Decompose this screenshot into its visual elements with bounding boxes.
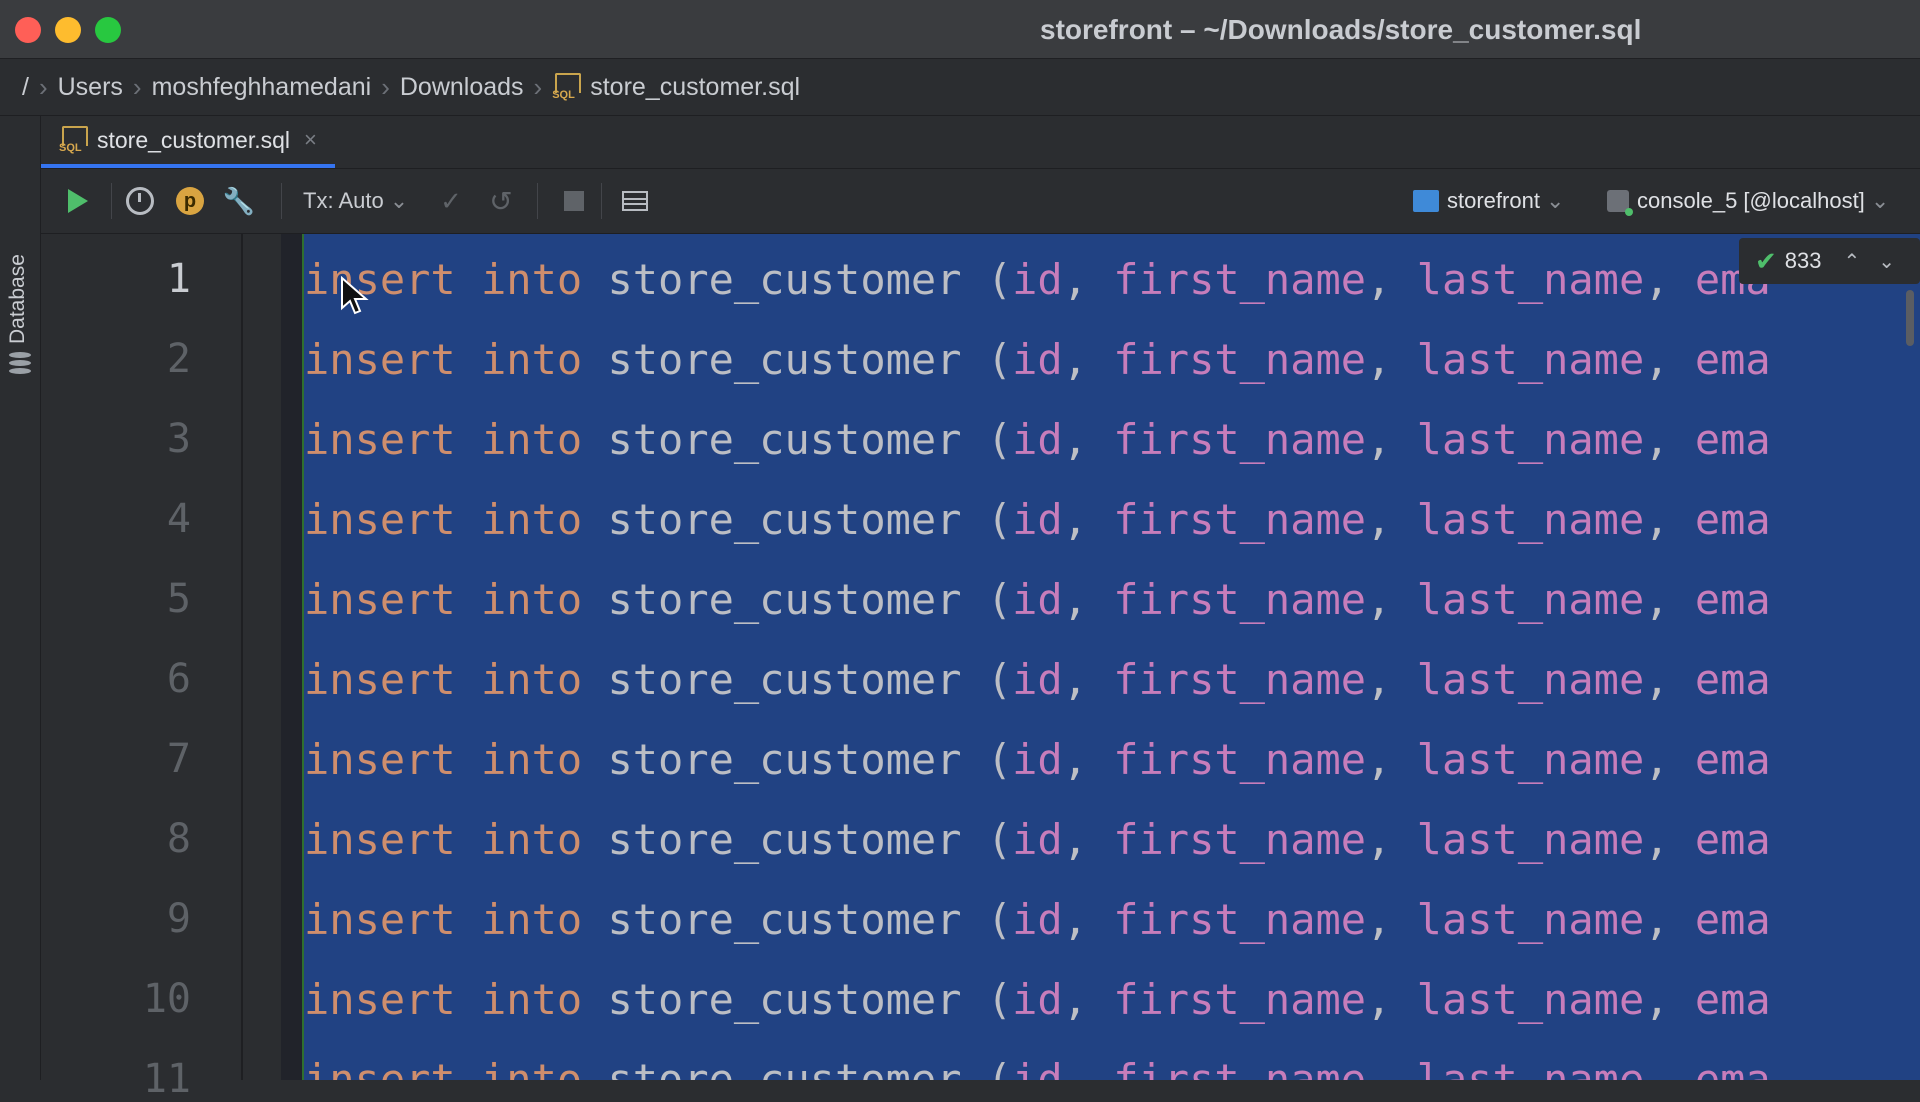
code-line[interactable]: insert into store_customer (id, first_na… <box>304 960 1771 1040</box>
line-number[interactable]: 8 <box>41 816 191 862</box>
chevron-right-icon: › <box>38 71 48 102</box>
code-line[interactable]: insert into store_customer (id, first_na… <box>304 560 1771 640</box>
left-tool-strip: Database <box>0 116 41 1080</box>
close-icon[interactable]: × <box>304 127 317 153</box>
line-number[interactable]: 10 <box>41 976 191 1022</box>
line-number[interactable]: 9 <box>41 896 191 942</box>
transaction-mode-dropdown[interactable]: Tx: Auto ⌄ <box>303 181 408 221</box>
vertical-scrollbar[interactable] <box>1906 290 1914 346</box>
schema-icon <box>1413 190 1439 212</box>
explain-plan-button[interactable]: p <box>170 181 210 221</box>
code-line[interactable]: insert into store_customer (id, first_na… <box>304 640 1771 720</box>
stop-icon <box>564 191 584 211</box>
code-line[interactable]: insert into store_customer (id, first_na… <box>304 480 1771 560</box>
schema-selector[interactable]: storefront ⌄ <box>1413 181 1564 221</box>
breadcrumb-item-downloads[interactable]: Downloads <box>400 73 524 102</box>
code-line[interactable]: insert into store_customer (id, first_na… <box>304 1040 1771 1080</box>
profile-badge-icon: p <box>176 187 204 215</box>
breadcrumb-item-file[interactable]: SQL store_customer.sql <box>552 73 800 102</box>
code-line[interactable]: insert into store_customer (id, first_na… <box>304 800 1771 880</box>
wrench-icon: 🔧 <box>222 185 256 216</box>
inspection-widget[interactable]: ✔ 833 ⌃ ⌄ <box>1739 238 1920 284</box>
rollback-button[interactable]: ↺ <box>481 181 521 221</box>
line-number[interactable]: 1 <box>41 256 191 302</box>
chevron-down-icon[interactable]: ⌄ <box>1878 249 1895 274</box>
play-icon <box>68 189 88 213</box>
stop-button[interactable] <box>554 181 594 221</box>
database-icon[interactable] <box>9 352 31 376</box>
chevron-down-icon: ⌄ <box>1870 188 1890 213</box>
code-line[interactable]: insert into store_customer (id, first_na… <box>304 880 1771 960</box>
minimize-window-button[interactable] <box>55 17 81 43</box>
checkmark-icon: ✓ <box>440 185 462 216</box>
breadcrumb: / › Users › moshfeghhamedani › Downloads… <box>0 59 1920 116</box>
line-number[interactable]: 5 <box>41 576 191 622</box>
undo-icon: ↺ <box>489 185 513 217</box>
code-line[interactable]: insert into store_customer (id, first_na… <box>304 400 1771 480</box>
chevron-up-icon[interactable]: ⌃ <box>1844 249 1861 274</box>
settings-button[interactable]: 🔧 <box>219 181 259 221</box>
line-number[interactable]: 11 <box>41 1056 191 1102</box>
table-icon <box>622 191 648 211</box>
line-number[interactable]: 2 <box>41 336 191 382</box>
code-line[interactable]: insert into store_customer (id, first_na… <box>304 320 1771 400</box>
console-icon <box>1607 190 1633 216</box>
console-selector[interactable]: console_5 [@localhost] ⌄ <box>1607 181 1889 221</box>
mouse-pointer-icon <box>341 276 369 315</box>
checkmark-icon: ✔ <box>1755 245 1777 276</box>
clock-icon <box>126 187 154 215</box>
chevron-right-icon: › <box>533 71 543 102</box>
code-line[interactable]: insert into store_customer (id, first_na… <box>304 240 1771 320</box>
code-line[interactable]: insert into store_customer (id, first_na… <box>304 720 1771 800</box>
chevron-down-icon: ⌄ <box>389 188 409 213</box>
line-number[interactable]: 7 <box>41 736 191 782</box>
title-bar: storefront – ~/Downloads/store_customer.… <box>0 0 1920 59</box>
window-title: storefront – ~/Downloads/store_customer.… <box>1040 14 1642 45</box>
chevron-right-icon: › <box>381 71 390 102</box>
history-button[interactable] <box>120 181 160 221</box>
line-number[interactable]: 3 <box>41 416 191 462</box>
commit-button[interactable]: ✓ <box>431 181 471 221</box>
breadcrumb-item-user[interactable]: moshfeghhamedani <box>152 73 372 102</box>
chevron-down-icon: ⌄ <box>1545 188 1565 213</box>
chevron-right-icon: › <box>132 71 142 102</box>
query-toolbar: p 🔧 Tx: Auto ⌄ ✓ ↺ storefront ⌄ console_… <box>41 169 1920 234</box>
change-marker-bar <box>281 234 304 1080</box>
execute-button[interactable] <box>61 181 95 221</box>
database-tool-window-button[interactable]: Database <box>6 254 30 344</box>
output-layout-button[interactable] <box>615 181 655 221</box>
tab-store-customer[interactable]: SQL store_customer.sql × <box>41 116 335 168</box>
sql-file-icon: SQL <box>59 126 89 154</box>
breadcrumb-root[interactable]: / <box>22 73 29 102</box>
inspection-count: 833 <box>1784 248 1822 273</box>
breadcrumb-file-label: store_customer.sql <box>590 72 801 101</box>
code-editor[interactable]: insert into store_customer (id, first_na… <box>281 234 1920 1080</box>
editor-tab-bar: SQL store_customer.sql × <box>41 116 1920 169</box>
breadcrumb-item-users[interactable]: Users <box>58 73 123 102</box>
close-window-button[interactable] <box>15 17 41 43</box>
line-number[interactable]: 4 <box>41 496 191 542</box>
zoom-window-button[interactable] <box>95 17 121 43</box>
line-number[interactable]: 6 <box>41 656 191 702</box>
sql-file-icon: SQL <box>552 73 582 101</box>
tab-label: store_customer.sql <box>97 126 291 153</box>
